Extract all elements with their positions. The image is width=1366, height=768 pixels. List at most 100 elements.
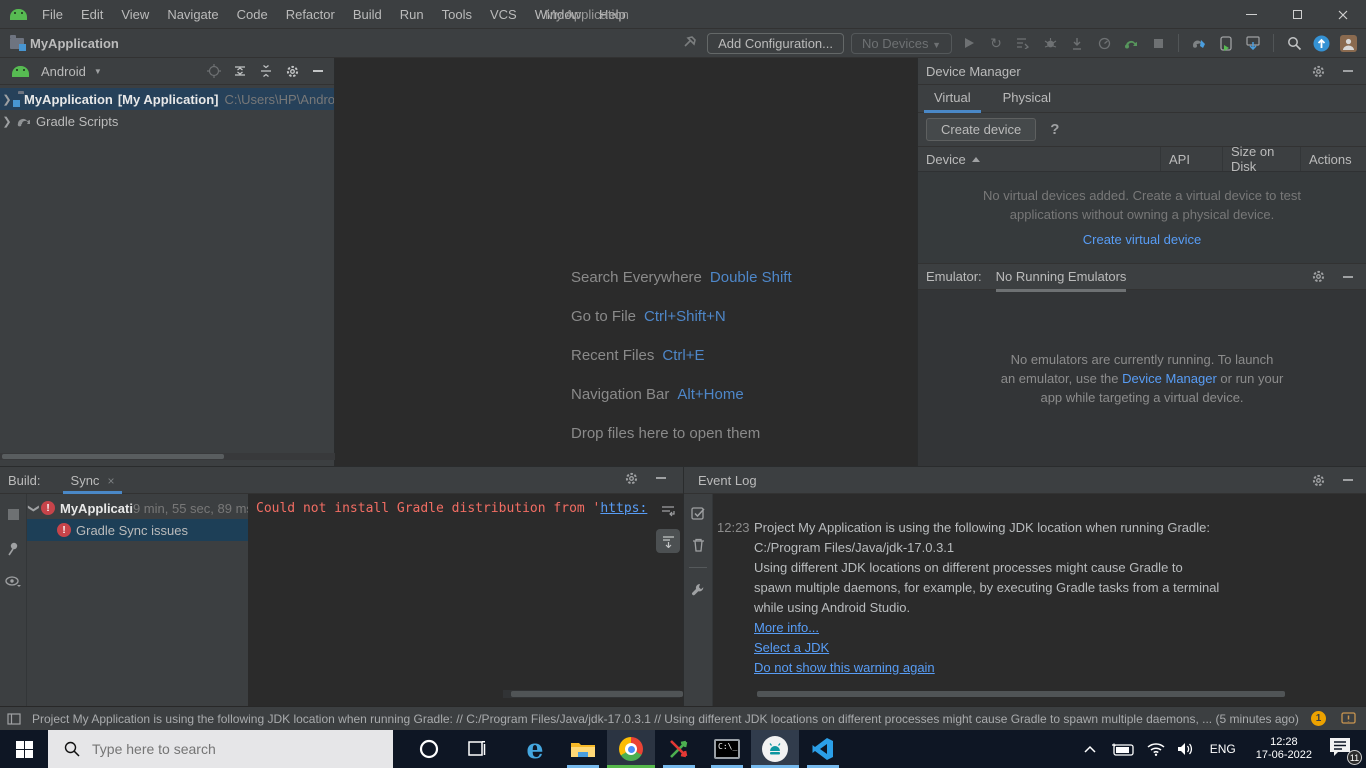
tree-row-gradle-scripts[interactable]: ❯ Gradle Scripts	[0, 110, 334, 132]
window-close-button[interactable]	[1320, 0, 1366, 29]
soft-wrap-icon[interactable]	[656, 499, 680, 523]
profile-avatar[interactable]	[1338, 33, 1358, 53]
tool-window-layout-icon[interactable]	[4, 709, 24, 729]
scroll-to-end-button[interactable]	[656, 529, 680, 553]
tray-chevron-up-icon[interactable]	[1080, 739, 1100, 759]
chevron-right-icon[interactable]: ❯	[0, 93, 14, 106]
close-tab-icon[interactable]: ×	[107, 474, 114, 488]
menu-run[interactable]: Run	[391, 0, 433, 29]
settings-gear-icon[interactable]	[282, 61, 302, 81]
stop-build-icon[interactable]	[3, 504, 23, 524]
battery-icon[interactable]	[1110, 739, 1136, 759]
hide-panel-icon[interactable]	[1338, 61, 1358, 81]
tab-sync[interactable]: Sync ×	[63, 473, 123, 493]
settings-wrench-icon[interactable]	[688, 580, 708, 600]
menu-file[interactable]: File	[33, 0, 72, 29]
menu-build[interactable]: Build	[344, 0, 391, 29]
sync-gradle-icon[interactable]	[1121, 33, 1141, 53]
menu-tools[interactable]: Tools	[433, 0, 481, 29]
chevron-down-icon[interactable]: ❯	[28, 501, 41, 515]
vscode-taskbar-icon[interactable]	[799, 730, 847, 768]
project-horizontal-scrollbar[interactable]	[0, 453, 335, 460]
do-not-show-again-link[interactable]: Do not show this warning again	[754, 660, 935, 675]
column-actions[interactable]: Actions	[1300, 147, 1366, 171]
cortana-button[interactable]	[405, 730, 453, 768]
menu-code[interactable]: Code	[228, 0, 277, 29]
view-options-eye-icon[interactable]	[3, 572, 23, 592]
column-device[interactable]: Device	[918, 147, 1160, 171]
git-crossed-arrows-taskbar-icon[interactable]	[655, 730, 703, 768]
file-explorer-taskbar-icon[interactable]	[559, 730, 607, 768]
start-button[interactable]	[0, 730, 48, 768]
add-configuration-button[interactable]: Add Configuration...	[707, 33, 844, 54]
attach-profiler-icon[interactable]	[1067, 33, 1087, 53]
project-chip[interactable]: MyApplication	[10, 36, 119, 51]
notification-count-badge[interactable]: 1	[1311, 711, 1326, 726]
mark-all-read-icon[interactable]	[688, 503, 708, 523]
menu-navigate[interactable]: Navigate	[158, 0, 227, 29]
language-indicator[interactable]: ENG	[1206, 742, 1240, 756]
action-center-button[interactable]: 11	[1328, 736, 1358, 762]
chrome-taskbar-icon[interactable]	[607, 730, 655, 768]
ide-update-icon[interactable]	[1311, 33, 1331, 53]
command-prompt-taskbar-icon[interactable]: C:\_	[703, 730, 751, 768]
chevron-down-icon[interactable]: ▼	[94, 67, 102, 76]
apply-changes-icon[interactable]: ↻	[986, 33, 1006, 53]
settings-gear-icon[interactable]	[1308, 61, 1328, 81]
taskbar-search[interactable]	[48, 730, 393, 768]
menu-view[interactable]: View	[112, 0, 158, 29]
sdk-manager-icon[interactable]	[1243, 33, 1263, 53]
build-root-node[interactable]: ❯ ! MyApplicati 9 min, 55 sec, 89 ms	[27, 497, 248, 519]
debug-icon[interactable]	[1040, 33, 1060, 53]
tab-no-running-emulators[interactable]: No Running Emulators	[996, 269, 1127, 292]
search-input[interactable]	[92, 741, 342, 757]
profiler-icon[interactable]	[1094, 33, 1114, 53]
locate-file-icon[interactable]	[204, 61, 224, 81]
menu-edit[interactable]: Edit	[72, 0, 112, 29]
task-view-button[interactable]	[453, 730, 501, 768]
clock[interactable]: 12:28 17-06-2022	[1250, 736, 1318, 762]
window-maximize-button[interactable]	[1274, 0, 1320, 29]
tab-physical[interactable]: Physical	[987, 90, 1067, 112]
tree-row-myapplication[interactable]: ❯ MyApplication [My Application] C:\User…	[0, 88, 334, 110]
event-log-status-icon[interactable]	[1338, 709, 1358, 729]
column-size-on-disk[interactable]: Size on Disk	[1222, 147, 1300, 171]
avd-manager-icon[interactable]	[1189, 33, 1209, 53]
help-icon[interactable]: ?	[1050, 121, 1059, 138]
hide-panel-icon[interactable]	[1338, 470, 1358, 490]
project-view-selector[interactable]: Android	[41, 64, 86, 79]
hide-panel-icon[interactable]	[651, 468, 671, 488]
status-message[interactable]: Project My Application is using the foll…	[32, 712, 1299, 726]
wifi-icon[interactable]	[1146, 739, 1166, 759]
column-api[interactable]: API	[1160, 147, 1222, 171]
window-minimize-button[interactable]	[1228, 0, 1274, 29]
device-manager-link[interactable]: Device Manager	[1122, 371, 1217, 386]
speaker-icon[interactable]	[1176, 739, 1196, 759]
no-devices-dropdown[interactable]: No Devices ▼	[851, 33, 952, 54]
menu-vcs[interactable]: VCS	[481, 0, 526, 29]
device-manager-icon[interactable]	[1216, 33, 1236, 53]
build-horizontal-scrollbar[interactable]	[503, 690, 680, 698]
select-a-jdk-link[interactable]: Select a JDK	[754, 640, 829, 655]
gradle-distribution-link[interactable]: https:	[600, 501, 647, 516]
more-info-link[interactable]: More info...	[754, 620, 819, 635]
collapse-all-icon[interactable]	[256, 61, 276, 81]
expand-all-icon[interactable]	[230, 61, 250, 81]
settings-gear-icon[interactable]	[1308, 470, 1328, 490]
build-hammer-icon[interactable]	[680, 33, 700, 53]
stop-icon[interactable]	[1148, 33, 1168, 53]
build-error-node[interactable]: ! Gradle Sync issues	[27, 519, 248, 541]
hide-panel-icon[interactable]	[1338, 267, 1358, 287]
menu-refactor[interactable]: Refactor	[277, 0, 344, 29]
tab-virtual[interactable]: Virtual	[918, 90, 987, 112]
clear-all-trash-icon[interactable]	[688, 535, 708, 555]
hide-panel-icon[interactable]	[308, 61, 328, 81]
event-log-horizontal-scrollbar[interactable]	[743, 690, 1256, 698]
settings-gear-icon[interactable]	[621, 468, 641, 488]
android-studio-taskbar-icon[interactable]	[751, 730, 799, 768]
edge-taskbar-icon[interactable]: e	[511, 730, 559, 768]
chevron-right-icon[interactable]: ❯	[0, 115, 14, 128]
apply-code-changes-icon[interactable]	[1013, 33, 1033, 53]
search-everywhere-icon[interactable]	[1284, 33, 1304, 53]
create-virtual-device-link[interactable]: Create virtual device	[1083, 232, 1202, 247]
